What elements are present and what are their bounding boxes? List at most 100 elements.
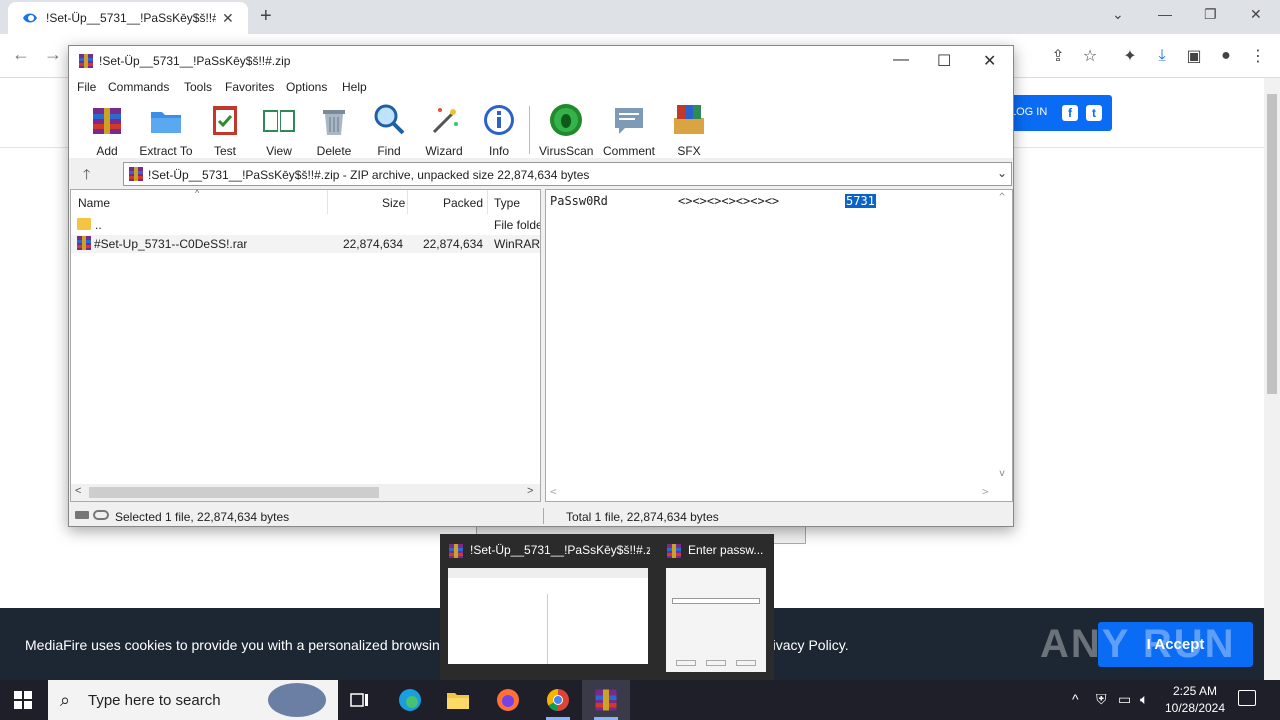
page-scroll-thumb[interactable] <box>1267 94 1277 394</box>
extensions-puzzle-icon[interactable]: ✦ <box>1118 44 1142 68</box>
notification-icon[interactable] <box>1238 690 1256 706</box>
row-type: WinRAR <box>494 237 540 251</box>
row-name: #Set-Up_5731--C0DeSS!.rar <box>94 237 248 251</box>
wizard-label: Wizard <box>425 144 463 158</box>
test-button[interactable]: Test <box>207 102 243 158</box>
table-row-parent[interactable]: .. File folde <box>71 216 540 234</box>
winrar-titlebar[interactable]: !Set-Üp__5731__!PaSsKēy$š!!#.zip — ☐ ✕ <box>69 46 1013 76</box>
up-folder-icon[interactable]: 🡑 <box>83 164 90 188</box>
path-dropdown-icon[interactable]: ⌄ <box>997 166 1007 180</box>
volume-icon[interactable]: 🔈︎ <box>1140 691 1148 708</box>
info-button[interactable]: Info <box>481 102 517 158</box>
side-panel-icon[interactable]: ▣ <box>1182 44 1206 68</box>
winrar-maximize-icon[interactable]: ☐ <box>937 51 951 71</box>
profile-avatar-icon[interactable]: ● <box>1214 44 1238 68</box>
virusscan-button[interactable]: VirusScan <box>539 102 593 158</box>
menu-options[interactable]: Options <box>286 80 327 94</box>
wizard-button[interactable]: Wizard <box>425 102 463 158</box>
task-view-icon[interactable] <box>336 680 384 720</box>
extract-to-button[interactable]: Extract To <box>139 102 193 158</box>
extract-to-label: Extract To <box>139 144 193 158</box>
download-icon[interactable]: ⤓ <box>1150 44 1174 68</box>
edge-icon[interactable] <box>386 680 434 720</box>
scroll-right-icon[interactable]: > <box>982 485 989 498</box>
bookmark-star-icon[interactable]: ☆ <box>1078 44 1102 68</box>
close-window-icon[interactable]: ✕ <box>1250 6 1262 23</box>
delete-button[interactable]: Delete <box>316 102 352 158</box>
login-button[interactable]: LOG IN f t <box>1000 95 1112 131</box>
comment-vscroll[interactable]: ^ v <box>996 190 1012 484</box>
comment-hscroll[interactable]: < > <box>546 484 996 501</box>
chrome-icon[interactable] <box>534 680 582 720</box>
facebook-icon[interactable]: f <box>1062 105 1078 121</box>
comment-label: Comment <box>602 144 655 158</box>
firefox-icon[interactable] <box>484 680 532 720</box>
scroll-down-icon[interactable]: v <box>999 468 1005 479</box>
thumbnail-image <box>666 568 766 672</box>
tab-close-icon[interactable]: ✕ <box>222 10 234 27</box>
privacy-policy-link[interactable]: rivacy Policy. <box>768 637 849 653</box>
minimize-icon[interactable]: — <box>1158 6 1172 22</box>
tray-security-icon[interactable]: ⛨ <box>1096 691 1107 708</box>
forward-icon[interactable]: → <box>44 44 62 65</box>
scroll-up-icon[interactable]: ^ <box>999 192 1005 203</box>
file-explorer-icon[interactable] <box>434 680 482 720</box>
menu-favorites[interactable]: Favorites <box>225 80 274 94</box>
new-tab-icon[interactable]: + <box>260 5 272 28</box>
winrar-minimize-icon[interactable]: — <box>893 51 909 69</box>
sfx-box-icon <box>674 105 704 134</box>
winrar-pathbar: 🡑 !Set-Üp__5731__!PaSsKēy$š!!#.zip - ZIP… <box>69 161 1013 187</box>
winrar-window: !Set-Üp__5731__!PaSsKēy$š!!#.zip — ☐ ✕ F… <box>68 45 1014 527</box>
row-name: .. <box>95 218 102 232</box>
wizard-wand-icon <box>432 108 458 134</box>
menu-commands[interactable]: Commands <box>108 80 169 94</box>
find-label: Find <box>377 144 401 158</box>
menu-help[interactable]: Help <box>342 80 367 94</box>
status-selected: Selected 1 file, 22,874,634 bytes <box>115 510 290 524</box>
restore-icon[interactable]: ❐ <box>1204 6 1217 23</box>
view-book-icon <box>263 110 295 132</box>
info-icon <box>484 105 514 135</box>
thumbnail-enter-password[interactable]: Enter passw... <box>658 534 774 680</box>
browser-tab[interactable]: !Set-Üp__5731__!PaSsKēy$š!!# ✕ <box>8 2 248 34</box>
winrar-app-icon <box>79 54 93 68</box>
sfx-button[interactable]: SFX <box>671 102 707 158</box>
twitter-icon[interactable]: t <box>1086 105 1102 121</box>
share-icon[interactable]: ⇪ <box>1046 44 1070 68</box>
taskbar-clock[interactable]: 2:25 AM 10/28/2024 <box>1160 683 1230 717</box>
windows-start-icon[interactable] <box>14 691 32 709</box>
archive-comment-pane: PaSsw0Rd <><><><><><><> 5731 ^ v < > <box>545 189 1013 502</box>
view-label: View <box>266 144 292 158</box>
add-button[interactable]: Add <box>89 102 125 158</box>
sfx-label: SFX <box>677 144 701 158</box>
table-row-rar[interactable]: #Set-Up_5731--C0DeSS!.rar 22,874,634 22,… <box>71 235 540 253</box>
scroll-right-icon[interactable]: > <box>527 485 533 497</box>
winrar-close-icon[interactable]: ✕ <box>983 51 996 71</box>
windows-taskbar: ⌕ Type here to search ^ ⛨ ▭ 🔈︎ 2:25 AM 1… <box>0 680 1280 720</box>
scroll-left-icon[interactable]: < <box>75 485 81 497</box>
comment-button[interactable]: Comment <box>601 102 657 158</box>
scroll-left-icon[interactable]: < <box>550 485 557 498</box>
taskbar-search[interactable]: ⌕ Type here to search <box>48 680 338 720</box>
path-field[interactable]: !Set-Üp__5731__!PaSsKēy$š!!#.zip - ZIP a… <box>123 162 1012 186</box>
menu-file[interactable]: File <box>77 80 96 94</box>
thumbnail-winrar-archive[interactable]: !Set-Üp__5731__!PaSsKēy$š!!#.zip <box>440 534 658 680</box>
back-icon[interactable]: ← <box>12 44 30 65</box>
menu-tools[interactable]: Tools <box>184 80 212 94</box>
network-icon[interactable]: ▭ <box>1118 691 1131 708</box>
view-button[interactable]: View <box>259 102 299 158</box>
chrome-menu-icon[interactable]: ⋮ <box>1246 44 1270 68</box>
page-scrollbar[interactable] <box>1264 78 1280 680</box>
winrar-menubar: File Commands Tools Favorites Options He… <box>69 76 1013 98</box>
winrar-taskbar-icon[interactable] <box>582 680 630 720</box>
find-button[interactable]: Find <box>371 102 407 158</box>
search-highlight-image <box>268 683 326 717</box>
column-separator <box>327 190 328 214</box>
comment-password-value[interactable]: 5731 <box>845 194 876 208</box>
tab-search-chevron-icon[interactable]: ⌄ <box>1112 6 1124 23</box>
comment-password-label: PaSsw0Rd <box>550 194 608 208</box>
file-list-hscroll[interactable]: < > <box>71 484 540 501</box>
winrar-app-icon <box>667 544 681 558</box>
hscroll-thumb[interactable] <box>89 487 379 498</box>
tray-chevron-up-icon[interactable]: ^ <box>1072 691 1079 707</box>
